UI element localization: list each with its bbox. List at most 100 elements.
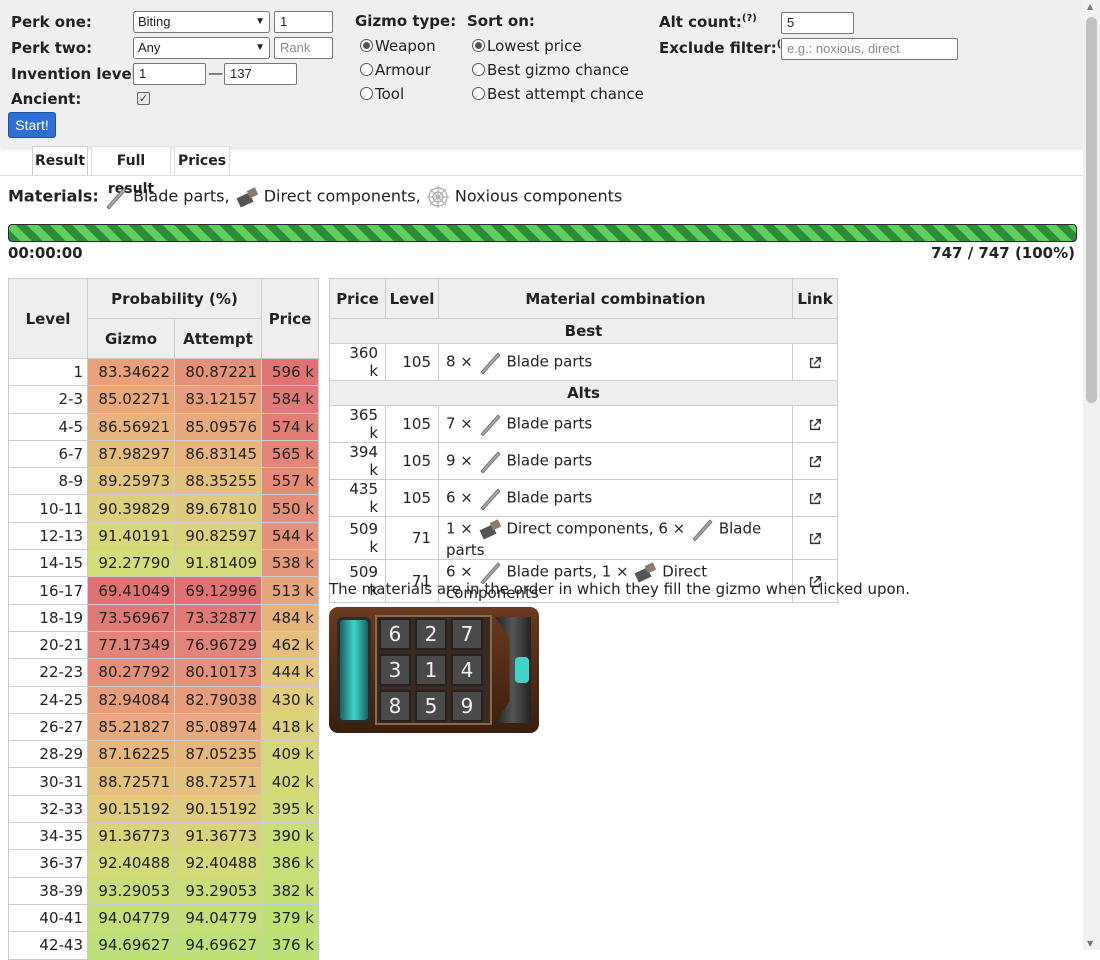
combination-cell: 8 × Blade parts <box>438 343 793 381</box>
price-cell: 430 k <box>261 685 319 714</box>
combination-cell: 7 × Blade parts <box>438 405 793 443</box>
radio-label: Best gizmo chance <box>487 61 630 79</box>
radio-label: Tool <box>375 85 405 103</box>
invention-level-label: Invention level: <box>11 65 143 83</box>
price-header: Price <box>261 278 319 359</box>
direct-components-icon <box>633 562 657 583</box>
attempt-chance-cell: 93.29053 <box>174 876 262 905</box>
level-cell: 1 <box>8 357 88 387</box>
price-cell: 386 k <box>261 849 319 878</box>
gizmo-chance-cell: 82.94084 <box>87 685 175 714</box>
gizmo-slot: 8 <box>379 690 411 722</box>
perk-one-select[interactable]: Biting ▼ <box>133 11 270 33</box>
combination-cell: 1 × Direct components, 6 × Blade parts <box>438 516 793 560</box>
level-cell: 22-23 <box>8 658 88 687</box>
price-cell: 409 k <box>261 740 319 769</box>
level-cell: 36-37 <box>8 849 88 878</box>
blade-parts-icon <box>106 187 127 209</box>
start-button[interactable]: Start! <box>8 112 56 138</box>
gizmo-chance-cell: 87.98297 <box>87 439 175 469</box>
ancient-checkbox[interactable]: ✓ <box>137 92 150 105</box>
external-link-icon[interactable] <box>792 516 838 560</box>
radio-best-gizmo-chance[interactable]: Best gizmo chance <box>472 61 629 79</box>
radio-weapon[interactable]: Weapon <box>360 37 436 55</box>
radio-label: Lowest price <box>487 37 582 55</box>
level-cell: 20-21 <box>8 630 88 660</box>
radio-best-attempt-chance[interactable]: Best attempt chance <box>472 85 644 103</box>
gizmo-slot: 6 <box>379 618 411 650</box>
gizmo-chance-cell: 94.69627 <box>87 931 175 960</box>
price-cell: 390 k <box>261 822 319 851</box>
material-name: Direct components, <box>506 519 654 538</box>
external-link-icon[interactable] <box>792 479 838 517</box>
level-cell: 4-5 <box>8 412 88 441</box>
materials-label: Materials: <box>8 186 99 206</box>
scrollbar-thumb[interactable] <box>1086 17 1097 403</box>
scroll-down-icon[interactable]: ▼ <box>1087 939 1093 948</box>
radio-armour[interactable]: Armour <box>360 61 431 79</box>
gizmo-chance-cell: 86.56921 <box>87 412 175 441</box>
exclude-filter-text: Exclude filter: <box>659 39 777 57</box>
direct-components-icon <box>478 519 502 540</box>
level-cell: 26-27 <box>8 712 88 742</box>
attempt-chance-cell: 86.83145 <box>174 439 262 469</box>
level-cell: 38-39 <box>8 876 88 905</box>
gizmo-chance-cell: 92.40488 <box>87 849 175 878</box>
level-cell: 2-3 <box>8 385 88 414</box>
tab-full-result[interactable]: Full result <box>91 146 171 197</box>
attempt-chance-cell: 85.08974 <box>174 712 262 742</box>
external-link-icon[interactable] <box>792 343 838 381</box>
gizmo-chance-cell: 90.15192 <box>87 794 175 824</box>
attempt-chance-cell: 80.87221 <box>174 357 262 387</box>
attempt-chance-cell: 73.32877 <box>174 603 262 632</box>
perk-one-rank-input[interactable]: 1 <box>274 11 333 33</box>
external-link-icon[interactable] <box>792 405 838 443</box>
level-header: Level <box>385 278 439 319</box>
level-from-input[interactable]: 1 <box>133 63 206 85</box>
table-row: 42-43 94.69627 94.69627 376 k <box>8 931 319 960</box>
perk-two-rank-input[interactable]: Rank <box>274 37 333 59</box>
table-row: 40-41 94.04779 94.04779 379 k <box>8 903 319 933</box>
price-cell: 565 k <box>261 439 319 469</box>
materials-line: Materials: Blade parts, Direct component… <box>8 185 622 209</box>
quantity: 6 × <box>446 562 473 581</box>
level-table-body: 1 83.34622 80.87221 596 k 2-3 85.02271 83.1215… <box>8 357 319 960</box>
alt-count-text: Alt count: <box>659 13 742 31</box>
alt-count-input[interactable]: 5 <box>781 12 854 34</box>
blade-parts-icon <box>690 519 714 542</box>
help-icon[interactable]: (?) <box>742 13 757 24</box>
sort-label: Sort on: <box>467 12 535 30</box>
exclude-filter-input[interactable]: e.g.: noxious, direct <box>781 38 958 60</box>
attempt-chance-cell: 92.40488 <box>174 849 262 878</box>
material-name: Blade parts <box>506 414 593 433</box>
level-to-input[interactable]: 137 <box>224 63 297 85</box>
radio-icon <box>472 87 485 100</box>
radio-lowest-price[interactable]: Lowest price <box>472 37 582 55</box>
table-row: 26-27 85.21827 85.08974 418 k <box>8 712 319 742</box>
perk-two-select[interactable]: Any ▼ <box>133 37 270 59</box>
gizmo-slot-grid: 627 314 859 <box>379 618 489 723</box>
tab-prices[interactable]: Prices <box>174 146 230 176</box>
external-link-icon[interactable] <box>792 442 838 480</box>
radio-tool[interactable]: Tool <box>360 85 404 103</box>
level-cell: 30-31 <box>8 767 88 796</box>
level-cell: 105 <box>385 343 439 381</box>
material-item: Noxious components <box>454 186 623 206</box>
level-cell: 40-41 <box>8 903 88 933</box>
vertical-scrollbar[interactable]: ▲ ▼ <box>1083 0 1100 950</box>
gizmo-slot: 1 <box>415 654 447 686</box>
probability-header: Probability (%) <box>87 278 262 319</box>
scroll-up-icon[interactable]: ▲ <box>1087 2 1093 11</box>
table-row: 30-31 88.72571 88.72571 402 k <box>8 767 319 796</box>
quantity: 6 × <box>446 488 473 507</box>
attempt-chance-cell: 89.67810 <box>174 494 262 523</box>
price-header: Price <box>329 278 386 319</box>
table-row: 365 k 105 7 × Blade parts <box>329 405 838 443</box>
tab-result[interactable]: Result <box>32 146 88 176</box>
gizmo-chance-cell: 69.41049 <box>87 576 175 605</box>
price-cell: 544 k <box>261 521 319 551</box>
blade-parts-icon <box>478 562 502 585</box>
gizmo-chance-cell: 94.04779 <box>87 903 175 933</box>
table-row: 10-11 90.39829 89.67810 550 k <box>8 494 319 523</box>
price-cell: 382 k <box>261 876 319 905</box>
